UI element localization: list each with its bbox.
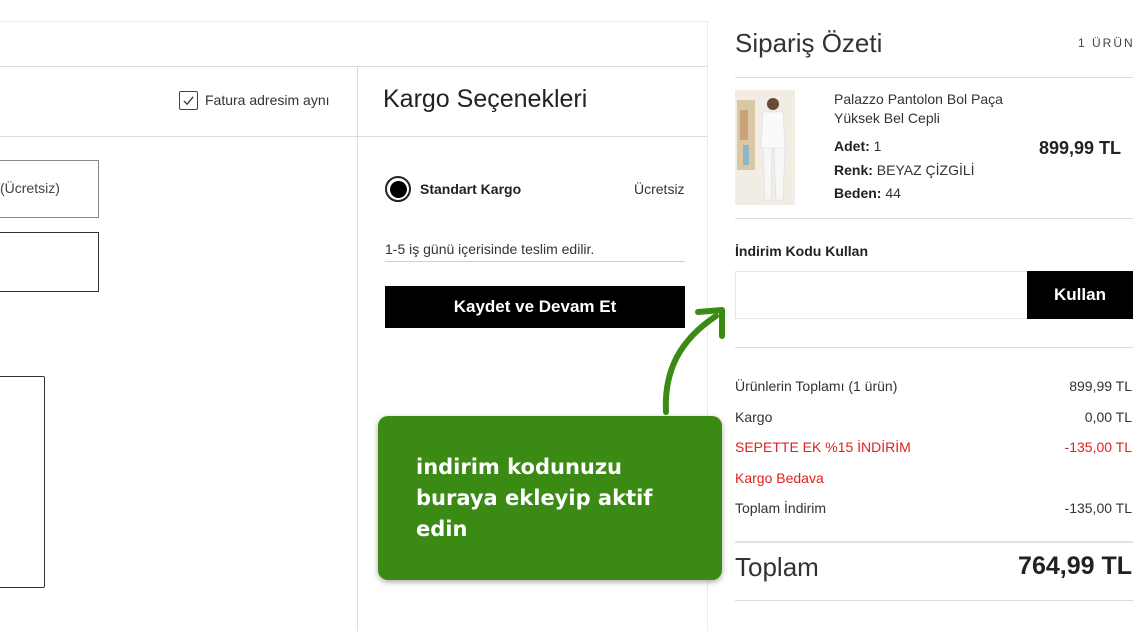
curved-arrow-icon <box>662 307 725 415</box>
divider <box>735 77 1133 78</box>
total-discount-label: Toplam İndirim <box>735 500 827 516</box>
total-label: Toplam <box>735 552 819 582</box>
standard-shipping-radio[interactable] <box>385 176 411 202</box>
shipping-options-title: Kargo Seçenekleri <box>383 85 588 113</box>
divider <box>735 347 1133 348</box>
radio-selected-dot <box>389 180 407 198</box>
check-icon <box>183 96 194 106</box>
delivery-info: 1-5 iş günü içerisinde teslim edilir. <box>385 241 685 262</box>
product-name[interactable]: Palazzo Pantolon Bol Paça Yüksek Bel Cep… <box>834 90 1034 128</box>
same-address-label: Fatura adresim aynı <box>205 92 330 108</box>
apply-discount-button[interactable]: Kullan <box>1027 271 1133 319</box>
subtotal-value: 899,99 TL <box>1069 378 1132 394</box>
color-label: Renk: <box>834 162 873 178</box>
color-value: BEYAZ ÇİZGİLİ <box>876 162 975 178</box>
total-value: 764,99 TL <box>1018 552 1132 580</box>
subtotal-label: Ürünlerin Toplamı (1 ürün) <box>735 378 898 394</box>
section-divider <box>0 136 708 137</box>
address-textarea[interactable] <box>0 376 45 588</box>
standard-shipping-label[interactable]: Standart Kargo <box>420 181 521 197</box>
product-qty: Adet: 1 <box>834 138 881 154</box>
save-continue-button[interactable]: Kaydet ve Devam Et <box>385 286 685 328</box>
section-divider <box>0 66 708 67</box>
qty-value: 1 <box>873 138 882 154</box>
cart-discount-value: -135,00 TL <box>1064 439 1132 455</box>
top-divider <box>0 0 708 22</box>
shipping-value: 0,00 TL <box>1084 409 1132 425</box>
size-label: Beden: <box>834 185 882 201</box>
column-divider <box>357 66 358 631</box>
total-discount-value: -135,00 TL <box>1064 500 1132 516</box>
product-size: Beden: 44 <box>834 185 901 201</box>
divider <box>735 541 1133 543</box>
product-image[interactable] <box>735 90 795 205</box>
shipping-label: Kargo <box>735 409 773 425</box>
qty-label: Adet: <box>834 138 870 154</box>
size-value: 44 <box>885 185 901 201</box>
product-photo-icon <box>735 90 795 205</box>
divider <box>735 600 1133 601</box>
product-color: Renk: BEYAZ ÇİZGİLİ <box>834 162 975 178</box>
cart-discount-label: SEPETTE EK %15 İNDİRİM <box>735 439 911 455</box>
divider <box>735 218 1133 219</box>
address-input[interactable] <box>0 232 99 292</box>
shipping-option-label: (Ücretsiz) <box>0 180 60 196</box>
item-count: 1 ÜRÜN <box>1078 36 1135 50</box>
discount-code-input[interactable] <box>735 271 1027 319</box>
free-shipping-label: Kargo Bedava <box>735 470 824 486</box>
discount-hint-callout: indirim kodunuzu buraya ekleyip aktif ed… <box>378 416 722 580</box>
discount-code-label: İndirim Kodu Kullan <box>735 243 868 259</box>
order-summary-title: Sipariş Özeti <box>735 28 883 58</box>
product-price: 899,99 TL <box>1039 138 1122 158</box>
same-address-checkbox[interactable] <box>179 91 198 110</box>
callout-text: indirim kodunuzu buraya ekleyip aktif ed… <box>416 455 653 541</box>
standard-shipping-price: Ücretsiz <box>634 181 685 197</box>
